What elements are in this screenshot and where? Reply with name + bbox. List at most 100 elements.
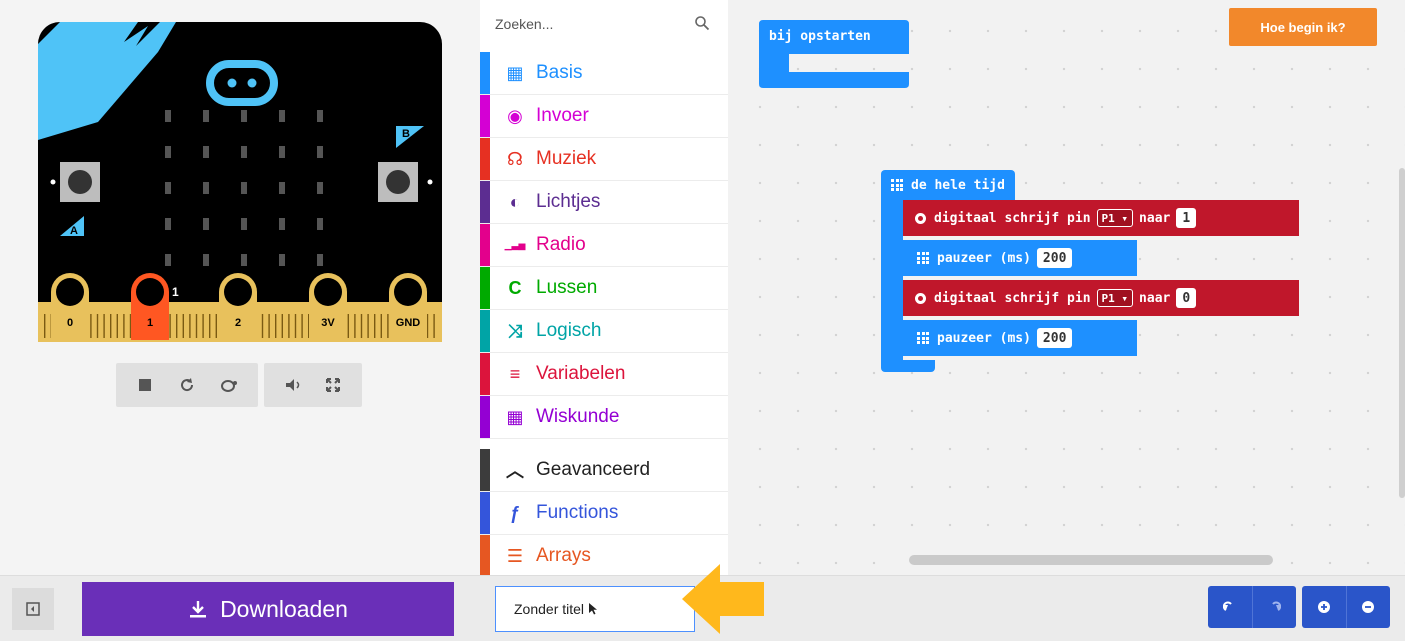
pause-value-field[interactable]: 200 <box>1036 248 1073 268</box>
led[interactable] <box>203 182 209 194</box>
led[interactable] <box>241 254 247 266</box>
workspace-horizontal-scrollbar[interactable] <box>909 555 1273 565</box>
led[interactable] <box>279 218 285 230</box>
led[interactable] <box>241 110 247 122</box>
undo-button[interactable] <box>1208 586 1252 628</box>
led[interactable] <box>279 110 285 122</box>
project-name-input[interactable]: Zonder titel <box>495 586 695 632</box>
led[interactable] <box>317 254 323 266</box>
toolbox-category-label: Variabelen <box>536 363 626 384</box>
led[interactable] <box>165 218 171 230</box>
pointer-arrow-icon <box>682 564 764 634</box>
led[interactable] <box>165 182 171 194</box>
led[interactable] <box>317 182 323 194</box>
led[interactable] <box>279 254 285 266</box>
led[interactable] <box>317 218 323 230</box>
led[interactable] <box>165 146 171 158</box>
pin-3v[interactable]: 3V <box>309 273 347 340</box>
pin-dropdown[interactable]: P1 ▾ <box>1096 209 1134 227</box>
toolbox-category-label: Arrays <box>536 545 591 566</box>
pin-0[interactable]: 0 <box>51 273 89 340</box>
redo-button[interactable] <box>1251 586 1297 628</box>
toolbox-category-geavanceerd[interactable]: ︿ Geavanceerd <box>480 449 728 492</box>
led[interactable] <box>279 182 285 194</box>
help-button[interactable]: Hoe begin ik? <box>1229 8 1377 46</box>
on-start-block[interactable]: bij opstarten <box>759 20 909 88</box>
toolbox-search[interactable]: Zoeken... <box>480 0 716 46</box>
toolbox-category-muziek[interactable]: ☊ Muziek <box>480 138 728 181</box>
collapse-simulator-button[interactable] <box>12 588 54 630</box>
function-icon: ƒ <box>509 502 520 523</box>
button-b-label: B <box>402 128 410 140</box>
toolbox-category-label: Wiskunde <box>536 406 620 427</box>
search-input[interactable]: Zoeken... <box>495 16 553 32</box>
grid-icon: ▦ <box>506 62 524 83</box>
zoom-in-button[interactable] <box>1302 586 1346 628</box>
pin-1[interactable]: 1 <box>131 273 169 340</box>
digital-write-block-2[interactable]: digitaal schrijf pin P1 ▾ naar 0 <box>903 280 1299 316</box>
led[interactable] <box>203 110 209 122</box>
led[interactable] <box>317 146 323 158</box>
led[interactable] <box>165 110 171 122</box>
toolbox-category-invoer[interactable]: ◉ Invoer <box>480 95 728 138</box>
led[interactable] <box>241 182 247 194</box>
pin-dropdown[interactable]: P1 ▾ <box>1096 289 1134 307</box>
basic-grid-icon <box>917 252 929 264</box>
toolbox-category-basis[interactable]: ▦ Basis <box>480 52 728 95</box>
pause-block-1[interactable]: pauzeer (ms) 200 <box>903 240 1137 276</box>
pause-block-2[interactable]: pauzeer (ms) 200 <box>903 320 1137 356</box>
zoom-out-icon <box>1362 601 1375 613</box>
target-icon: ◉ <box>507 105 523 126</box>
led[interactable] <box>317 110 323 122</box>
toolbox-category-logisch[interactable]: ⤨ Logisch <box>480 310 728 353</box>
toolbox-category-wiskunde[interactable]: ▦ Wiskunde <box>480 396 728 439</box>
chevron-up-icon: ︿ <box>506 461 524 481</box>
pin-2[interactable]: 2 <box>219 273 257 340</box>
led[interactable] <box>165 254 171 266</box>
value-field[interactable]: 1 <box>1176 208 1197 228</box>
fullscreen-icon[interactable] <box>320 372 346 398</box>
pin-label: 3V <box>321 317 335 329</box>
led[interactable] <box>241 146 247 158</box>
digital-write-block-1[interactable]: digitaal schrijf pin P1 ▾ naar 1 <box>903 200 1299 236</box>
toolbox-category-lussen[interactable]: C Lussen <box>480 267 728 310</box>
pin-icon <box>915 212 926 224</box>
search-icon[interactable] <box>694 15 710 31</box>
toolbox-category-label: Muziek <box>536 148 597 169</box>
array-icon: ☰ <box>506 545 524 566</box>
pin-gnd[interactable]: GND <box>389 273 427 340</box>
led[interactable] <box>203 146 209 158</box>
button-a-label: A <box>70 225 78 237</box>
led[interactable] <box>241 218 247 230</box>
restart-icon[interactable] <box>174 372 200 398</box>
download-label: Downloaden <box>220 595 348 622</box>
zoom-out-button[interactable] <box>1345 586 1391 628</box>
simulator-panel: A B 0 1 2 3V GND 1 <box>0 0 480 575</box>
toolbox-category-functions[interactable]: ƒ Functions <box>480 492 728 535</box>
toolbox-category-lichtjes[interactable]: ◐ Lichtjes <box>480 181 728 224</box>
toolbox-category-label: Lichtjes <box>536 191 601 212</box>
microbit-board[interactable]: A B 0 1 2 3V GND 1 <box>38 22 442 342</box>
toolbox-category-label: Invoer <box>536 105 589 126</box>
toolbox-category-variabelen[interactable]: ≡ Variabelen <box>480 353 728 396</box>
sound-icon[interactable] <box>281 372 307 398</box>
value-field[interactable]: 0 <box>1176 288 1197 308</box>
pause-value-field[interactable]: 200 <box>1036 328 1073 348</box>
led[interactable] <box>203 254 209 266</box>
forever-label: de hele tijd <box>911 177 1005 193</box>
basic-grid-icon <box>917 332 929 344</box>
toolbox-category-radio[interactable]: ▁▃▅ Radio <box>480 224 728 267</box>
toolbox-category-label: Lussen <box>536 277 598 298</box>
led[interactable] <box>203 218 209 230</box>
workspace-vertical-scrollbar[interactable] <box>1399 168 1405 498</box>
toolbox-category-label: Basis <box>536 62 583 83</box>
slowmo-icon[interactable] <box>216 372 242 398</box>
calculator-icon: ▦ <box>506 406 524 427</box>
download-button[interactable]: Downloaden <box>82 582 454 636</box>
pin-label: 0 <box>67 317 73 329</box>
led[interactable] <box>279 146 285 158</box>
headphones-icon: ☊ <box>507 148 523 169</box>
blocks-workspace[interactable]: Hoe begin ik? bij opstarten de hele tijd… <box>737 0 1405 575</box>
stop-icon[interactable] <box>132 372 158 398</box>
undo-icon <box>1222 601 1232 611</box>
